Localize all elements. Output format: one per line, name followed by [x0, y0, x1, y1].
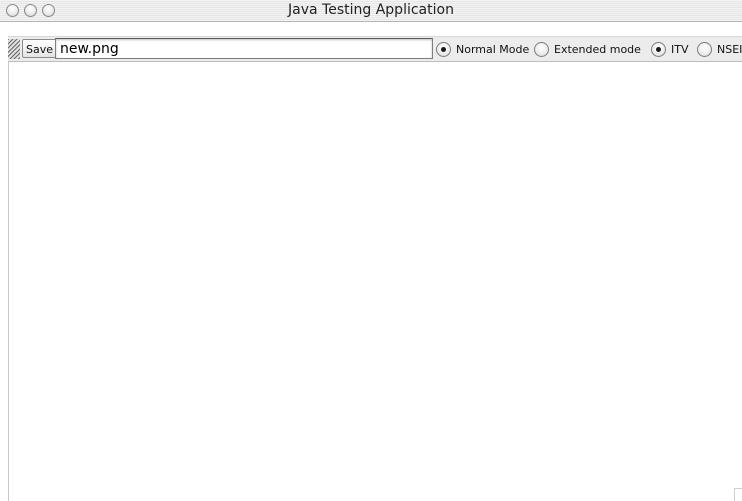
toolbar-spacer	[0, 22, 742, 36]
radio-unchecked-icon	[697, 42, 712, 57]
radio-nsei-label: NSEI	[717, 43, 742, 56]
radio-extended-mode[interactable]: Extended mode	[534, 41, 641, 58]
radio-normal-mode[interactable]: Normal Mode	[436, 41, 529, 58]
radio-checked-icon	[651, 42, 666, 57]
canvas-area[interactable]	[8, 62, 742, 501]
app-window: Java Testing Application Save Normal Mod…	[0, 0, 742, 501]
radio-nsei[interactable]: NSEI	[697, 41, 742, 58]
radio-itv[interactable]: ITV	[651, 41, 689, 58]
toolbar: Save Normal Mode Extended mode ITV NSEI	[8, 36, 742, 62]
filename-input[interactable]	[55, 38, 433, 59]
radio-itv-label: ITV	[671, 43, 689, 56]
resize-handle-icon[interactable]	[734, 488, 742, 501]
title-bar[interactable]: Java Testing Application	[0, 0, 742, 22]
save-button[interactable]: Save	[22, 39, 58, 58]
toolbar-grip-icon[interactable]	[8, 39, 20, 59]
window-title: Java Testing Application	[288, 2, 454, 18]
radio-unchecked-icon	[534, 42, 549, 57]
radio-normal-mode-label: Normal Mode	[456, 43, 530, 56]
radio-extended-mode-label: Extended mode	[554, 43, 641, 56]
radio-checked-icon	[436, 42, 451, 57]
